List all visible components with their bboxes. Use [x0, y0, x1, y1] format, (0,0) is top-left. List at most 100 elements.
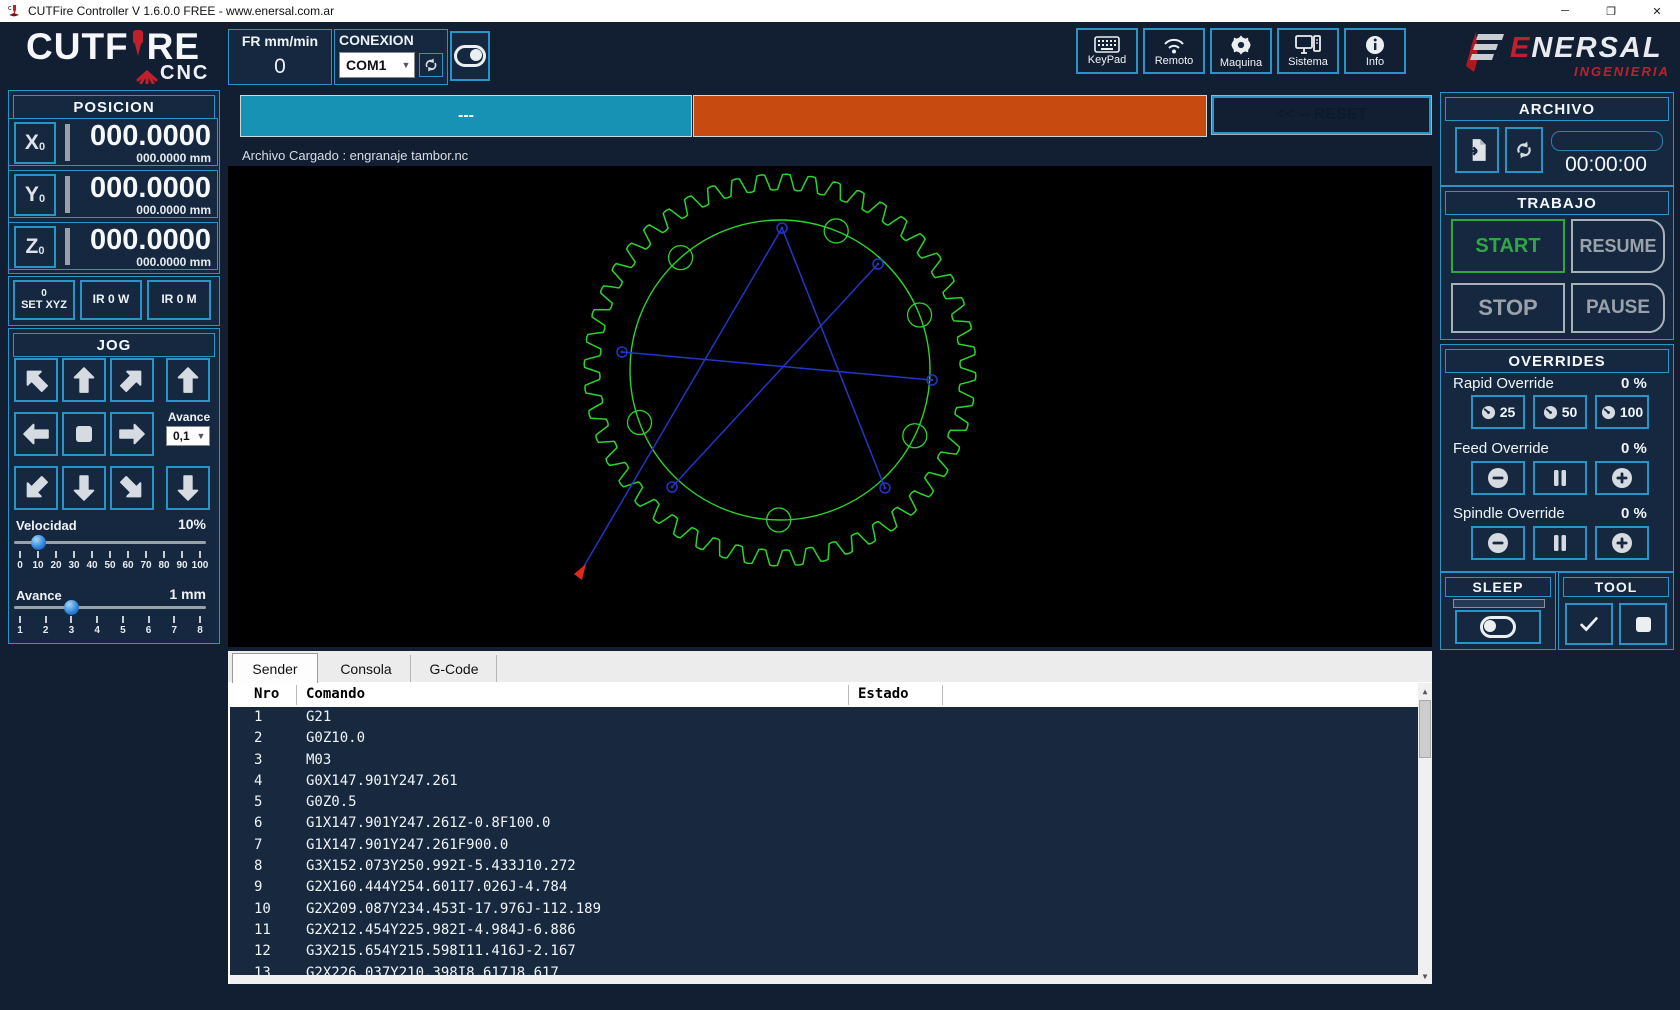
trabajo-title: TRABAJO [1445, 191, 1669, 215]
jog-down-left-button[interactable] [14, 466, 58, 510]
cell-comando: G2X226.037Y210.398I8.617J8.617 [306, 963, 559, 975]
arrow-icon [69, 365, 99, 395]
override-decrease-button[interactable] [1471, 526, 1525, 560]
jog-up-button[interactable] [62, 358, 106, 402]
start-button[interactable]: START [1451, 219, 1565, 273]
sleep-toggle[interactable] [1455, 610, 1541, 644]
table-row[interactable]: 11G2X212.454Y225.982I-4.984J-6.886 [230, 920, 1418, 941]
table-row[interactable]: 1G21 [230, 707, 1418, 728]
nav-button-maquina[interactable]: Maquina [1210, 28, 1272, 74]
go-work-zero-button[interactable]: IR 0 W [80, 280, 142, 320]
jog-stop-button[interactable] [62, 412, 106, 456]
connect-toggle[interactable] [450, 31, 490, 81]
cell-comando: G2X160.444Y254.601I7.026J-4.784 [306, 877, 567, 898]
plus-icon [1611, 532, 1633, 554]
scroll-up-icon[interactable]: ▲ [1418, 683, 1432, 699]
col-header-nro: Nro [254, 686, 279, 702]
com-port-value: COM1 [340, 57, 398, 73]
table-row[interactable]: 9G2X160.444Y254.601I7.026J-4.784 [230, 877, 1418, 898]
cell-nro: 13 [254, 963, 271, 975]
reload-file-button[interactable] [1505, 127, 1543, 173]
nav-button-keypad[interactable]: KeyPad [1076, 28, 1138, 74]
go-machine-zero-button[interactable]: IR 0 M [147, 280, 211, 320]
col-header-comando: Comando [306, 686, 365, 702]
table-row[interactable]: 4G0X147.901Y247.261 [230, 771, 1418, 792]
toolpath-drawing [228, 166, 1432, 647]
table-row[interactable]: 5G0Z0.5 [230, 792, 1418, 813]
slider-tick [37, 551, 39, 558]
vertical-scrollbar[interactable]: ▲ ▼ [1418, 683, 1432, 984]
arrow-icon [21, 419, 51, 449]
table-row[interactable]: 8G3X152.073Y250.992I-5.433J10.272 [230, 856, 1418, 877]
jog-right-button[interactable] [110, 412, 154, 456]
rapid-preset-100-button[interactable]: 100 [1595, 395, 1649, 429]
resume-button[interactable]: RESUME [1571, 219, 1665, 273]
minimize-button[interactable]: ─ [1542, 0, 1588, 22]
progress-bar-secondary [693, 95, 1207, 137]
override-decrease-button[interactable] [1471, 461, 1525, 495]
rapid-preset-50-button[interactable]: 50 [1533, 395, 1587, 429]
toolpath-preview-canvas[interactable] [228, 166, 1432, 647]
nav-button-info[interactable]: Info [1344, 28, 1406, 74]
jog-z-down-button[interactable] [166, 466, 210, 510]
pause-button[interactable]: PAUSE [1571, 283, 1665, 333]
avance-slider-track[interactable] [14, 606, 206, 609]
scroll-down-icon[interactable]: ▼ [1418, 968, 1432, 984]
override-increase-button[interactable] [1595, 526, 1649, 560]
nav-button-sistema[interactable]: Sistema [1277, 28, 1339, 74]
jog-avance-select[interactable]: 0,1 ▼ [166, 426, 210, 446]
brand-tagline: INGENIERIA [1574, 64, 1670, 79]
open-file-icon [1464, 136, 1490, 164]
rapid-preset-25-button[interactable]: 25 [1471, 395, 1525, 429]
com-port-select[interactable]: COM1 ▼ [339, 52, 415, 78]
jog-down-right-button[interactable] [110, 466, 154, 510]
open-file-button[interactable] [1455, 127, 1499, 173]
jog-up-left-button[interactable] [14, 358, 58, 402]
reset-button[interactable]: << -- RESET [1212, 96, 1431, 134]
override-pause-button[interactable] [1533, 461, 1587, 495]
tab-g-code[interactable]: G-Code [412, 655, 497, 682]
tool-stop-button[interactable] [1619, 603, 1667, 645]
override-pause-button[interactable] [1533, 526, 1587, 560]
axis-zero-button-x[interactable]: X0 [14, 122, 56, 164]
scrollbar-thumb[interactable] [1419, 700, 1431, 758]
table-row[interactable]: 10G2X209.087Y234.453I-17.976J-112.189 [230, 899, 1418, 920]
axis-row-x: X0000.0000000.0000 mm [8, 118, 218, 166]
nav-label-remoto: Remoto [1155, 55, 1194, 67]
slider-tick-label: 50 [104, 560, 115, 571]
tab-sender[interactable]: Sender [232, 653, 318, 684]
override-increase-button[interactable] [1595, 461, 1649, 495]
tool-check-button[interactable] [1565, 603, 1613, 645]
overrides-title: OVERRIDES [1445, 349, 1669, 373]
nav-button-remoto[interactable]: Remoto [1143, 28, 1205, 74]
table-row[interactable]: 13 G2X226.037Y210.398I8.617J8.617 [230, 963, 1418, 975]
cell-nro: 8 [254, 856, 262, 877]
table-row[interactable]: 3M03 [230, 750, 1418, 771]
refresh-ports-button[interactable] [419, 53, 443, 77]
set-xyz-button[interactable]: 0 SET XYZ [13, 280, 75, 320]
stop-button[interactable]: STOP [1451, 283, 1565, 333]
table-row[interactable]: 12G3X215.654Y215.598I11.416J-2.167 [230, 941, 1418, 962]
maximize-button[interactable]: ❐ [1588, 0, 1634, 22]
table-row[interactable]: 7G1X147.901Y247.261F900.0 [230, 835, 1418, 856]
table-row[interactable]: 2G0Z10.0 [230, 728, 1418, 749]
avance-slider-label: Avance [16, 588, 62, 603]
monitor-icon [1295, 35, 1321, 55]
jog-left-button[interactable] [14, 412, 58, 456]
axis-zero-button-y[interactable]: Y0 [14, 174, 56, 216]
cell-nro: 7 [254, 835, 262, 856]
close-button[interactable]: ✕ [1634, 0, 1680, 22]
jog-down-button[interactable] [62, 466, 106, 510]
rapid-override-label: Rapid Override [1453, 375, 1554, 392]
posicion-title: POSICION [13, 95, 215, 119]
table-row[interactable]: 6G1X147.901Y247.261Z-0.8F100.0 [230, 813, 1418, 834]
horizontal-scrollbar[interactable] [230, 975, 1418, 984]
jog-z-up-button[interactable] [166, 358, 210, 402]
slider-tick-label: 6 [146, 625, 152, 636]
axis-zero-button-z[interactable]: Z0 [14, 226, 56, 268]
slider-tick [19, 616, 21, 623]
jog-up-right-button[interactable] [110, 358, 154, 402]
tab-consola[interactable]: Consola [322, 655, 411, 682]
velocidad-slider-thumb[interactable] [31, 535, 46, 550]
cell-nro: 1 [254, 707, 262, 728]
